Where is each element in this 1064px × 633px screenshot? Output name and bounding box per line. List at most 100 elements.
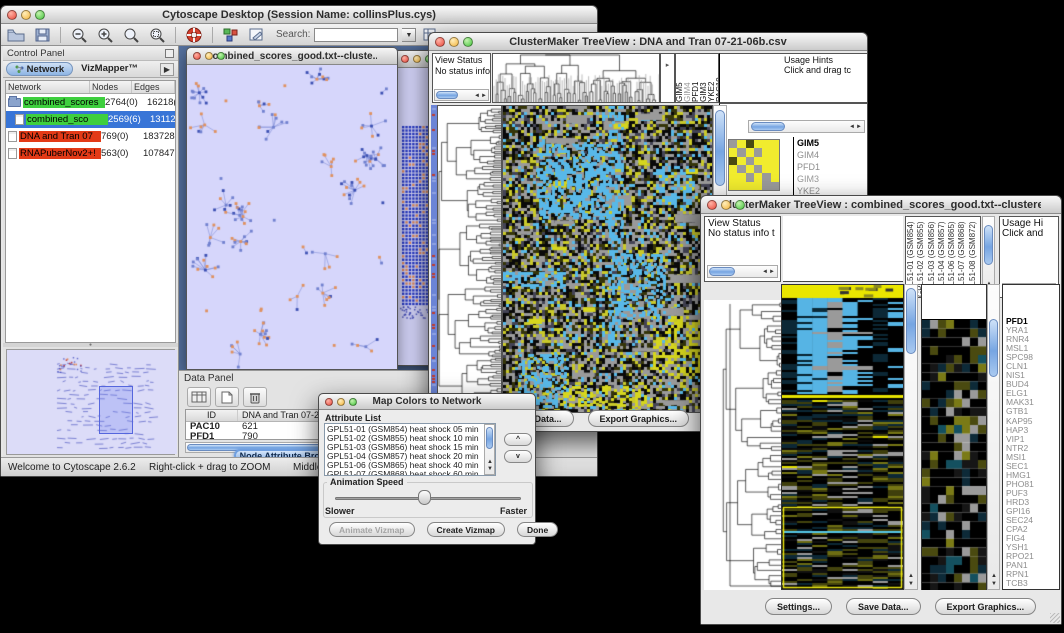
network-list-row[interactable]: RNAPuberNov2+!563(0)107847(0) [6,145,175,162]
global-heatmap[interactable] [782,285,903,589]
scroll-thumb[interactable] [486,427,493,449]
heatmap-cell[interactable] [771,140,779,148]
heatmap-cell[interactable] [737,165,745,173]
tab-vizmapper[interactable]: VizMapper™ [73,62,146,76]
network1-graph[interactable] [187,65,397,370]
panel-divider[interactable]: ● [3,343,178,347]
vizmapper-icon[interactable] [220,26,242,44]
main-heatmap[interactable] [503,106,712,412]
close-button[interactable] [401,55,409,63]
zoom-button[interactable] [463,37,473,47]
heatmap-cell[interactable] [771,173,779,181]
treeview2-button-0[interactable]: Settings... [765,598,832,615]
close-button[interactable] [7,10,17,20]
scroll-up-icon[interactable]: ▲ [991,573,997,580]
heatmap-cell[interactable] [762,165,770,173]
help-icon[interactable] [183,26,205,44]
heatmap-cell[interactable] [737,140,745,148]
heatmap-cell[interactable] [737,157,745,165]
heatmap-cell[interactable] [771,182,779,190]
scroll-thumb[interactable] [715,110,725,186]
search-input[interactable] [314,28,398,42]
scroll-down-icon[interactable]: ▼ [487,466,493,473]
heatmap-cell[interactable] [762,148,770,156]
zoom-hscrollbar[interactable]: ◄ ► [748,120,865,133]
zoom-in-icon[interactable] [94,26,116,44]
heatmap-cell[interactable] [746,182,754,190]
minimize-button[interactable] [21,10,31,20]
more-tabs-icon[interactable]: ▶ [160,63,174,76]
minimize-button[interactable] [337,398,345,406]
heatmap-cell[interactable] [746,140,754,148]
heatmap-cell[interactable] [762,157,770,165]
view-status-scrollbar[interactable]: ◄ ► [707,265,778,278]
expand-columns-icon[interactable]: ▸ [666,62,670,69]
attribute-list[interactable]: GPL51-01 (GSM854) heat shock 05 minGPL51… [324,423,496,476]
dialog-button-1[interactable]: Create Vizmap [427,522,505,537]
column-header-nodes[interactable]: Nodes [90,81,132,93]
resize-grip[interactable] [1050,613,1060,623]
heatmap-cell[interactable] [746,157,754,165]
attribute-list-scrollbar[interactable]: ▲ ▼ [484,424,495,475]
heatmap-cell[interactable] [737,173,745,181]
move-down-button[interactable]: v [504,450,532,463]
column-dendrogram-panel[interactable] [783,216,903,282]
heatmap-cell[interactable] [729,182,737,190]
cytoscape-titlebar[interactable]: Cytoscape Desktop (Session Name: collins… [1,6,597,24]
heatmap-cell[interactable] [746,148,754,156]
scroll-up-icon[interactable]: ▲ [487,459,493,466]
heatmap-cell[interactable] [746,165,754,173]
heatmap-cell[interactable] [729,173,737,181]
heatmap-cell[interactable] [754,182,762,190]
treeview1-titlebar[interactable]: ClusterMaker TreeView : DNA and Tran 07-… [429,33,867,51]
minimize-button[interactable] [449,37,459,47]
delete-attribute-icon[interactable] [243,387,267,407]
heatmap-cell[interactable] [737,148,745,156]
zoom-vscrollbar[interactable]: ▲ ▼ [987,284,1000,590]
zoom-heatmap[interactable] [728,139,780,191]
heatmap-cell[interactable] [771,148,779,156]
gene-label[interactable]: GIM5 [797,137,863,149]
heatmap-cell[interactable] [762,173,770,181]
heatmap-cell[interactable] [729,140,737,148]
close-button[interactable] [193,52,201,60]
zoom-button[interactable] [217,52,225,60]
heatmap-cell[interactable] [771,157,779,165]
gene-label[interactable]: PEP5 [1006,588,1059,590]
heatmap-cell[interactable] [762,182,770,190]
attribute-list-item[interactable]: GPL51-07 (GSM868) heat shock 60 min [327,470,493,476]
scroll-thumb[interactable] [436,91,458,99]
scroll-thumb[interactable] [751,122,785,131]
scroll-right-icon[interactable]: ► [769,269,775,276]
scroll-left-icon[interactable]: ◄ [849,124,855,131]
row-dendrogram[interactable] [438,106,501,412]
heatmap-cell[interactable] [754,148,762,156]
move-up-button[interactable]: ^ [504,433,532,446]
dialog-titlebar[interactable]: Map Colors to Network [319,394,535,410]
speed-slider-thumb[interactable] [418,490,431,505]
heatmap-cell[interactable] [754,157,762,165]
close-button[interactable] [325,398,333,406]
scroll-down-icon[interactable]: ▼ [991,581,997,588]
column-header-edges[interactable]: Edges [132,81,175,93]
heatmap-cell[interactable] [771,165,779,173]
zoom-button[interactable] [35,10,45,20]
float-panel-icon[interactable] [165,49,174,58]
row-dendrogram[interactable] [704,300,781,590]
birdseye-canvas[interactable] [7,350,177,454]
scroll-right-icon[interactable]: ► [856,124,862,131]
search-dropdown-icon[interactable]: ▼ [402,28,416,42]
tab-network[interactable]: Network [6,62,73,76]
view-status-scrollbar[interactable]: ◄ ► [434,89,489,101]
attribute-select-icon[interactable] [187,387,211,407]
heatmap-cell[interactable] [762,140,770,148]
zoom-heatmap[interactable] [922,319,986,590]
global-vscrollbar[interactable]: ▲ ▼ [904,284,918,590]
column-dendrogram[interactable] [493,54,659,102]
annotation-icon[interactable] [246,26,268,44]
treeview1-button-1[interactable]: Export Graphics... [588,410,690,427]
heatmap-cell[interactable] [754,140,762,148]
zoom-out-icon[interactable] [68,26,90,44]
network-list-row[interactable]: DNA and Tran 07769(0)183728(0) [6,128,175,145]
zoom-selected-icon[interactable] [146,26,168,44]
